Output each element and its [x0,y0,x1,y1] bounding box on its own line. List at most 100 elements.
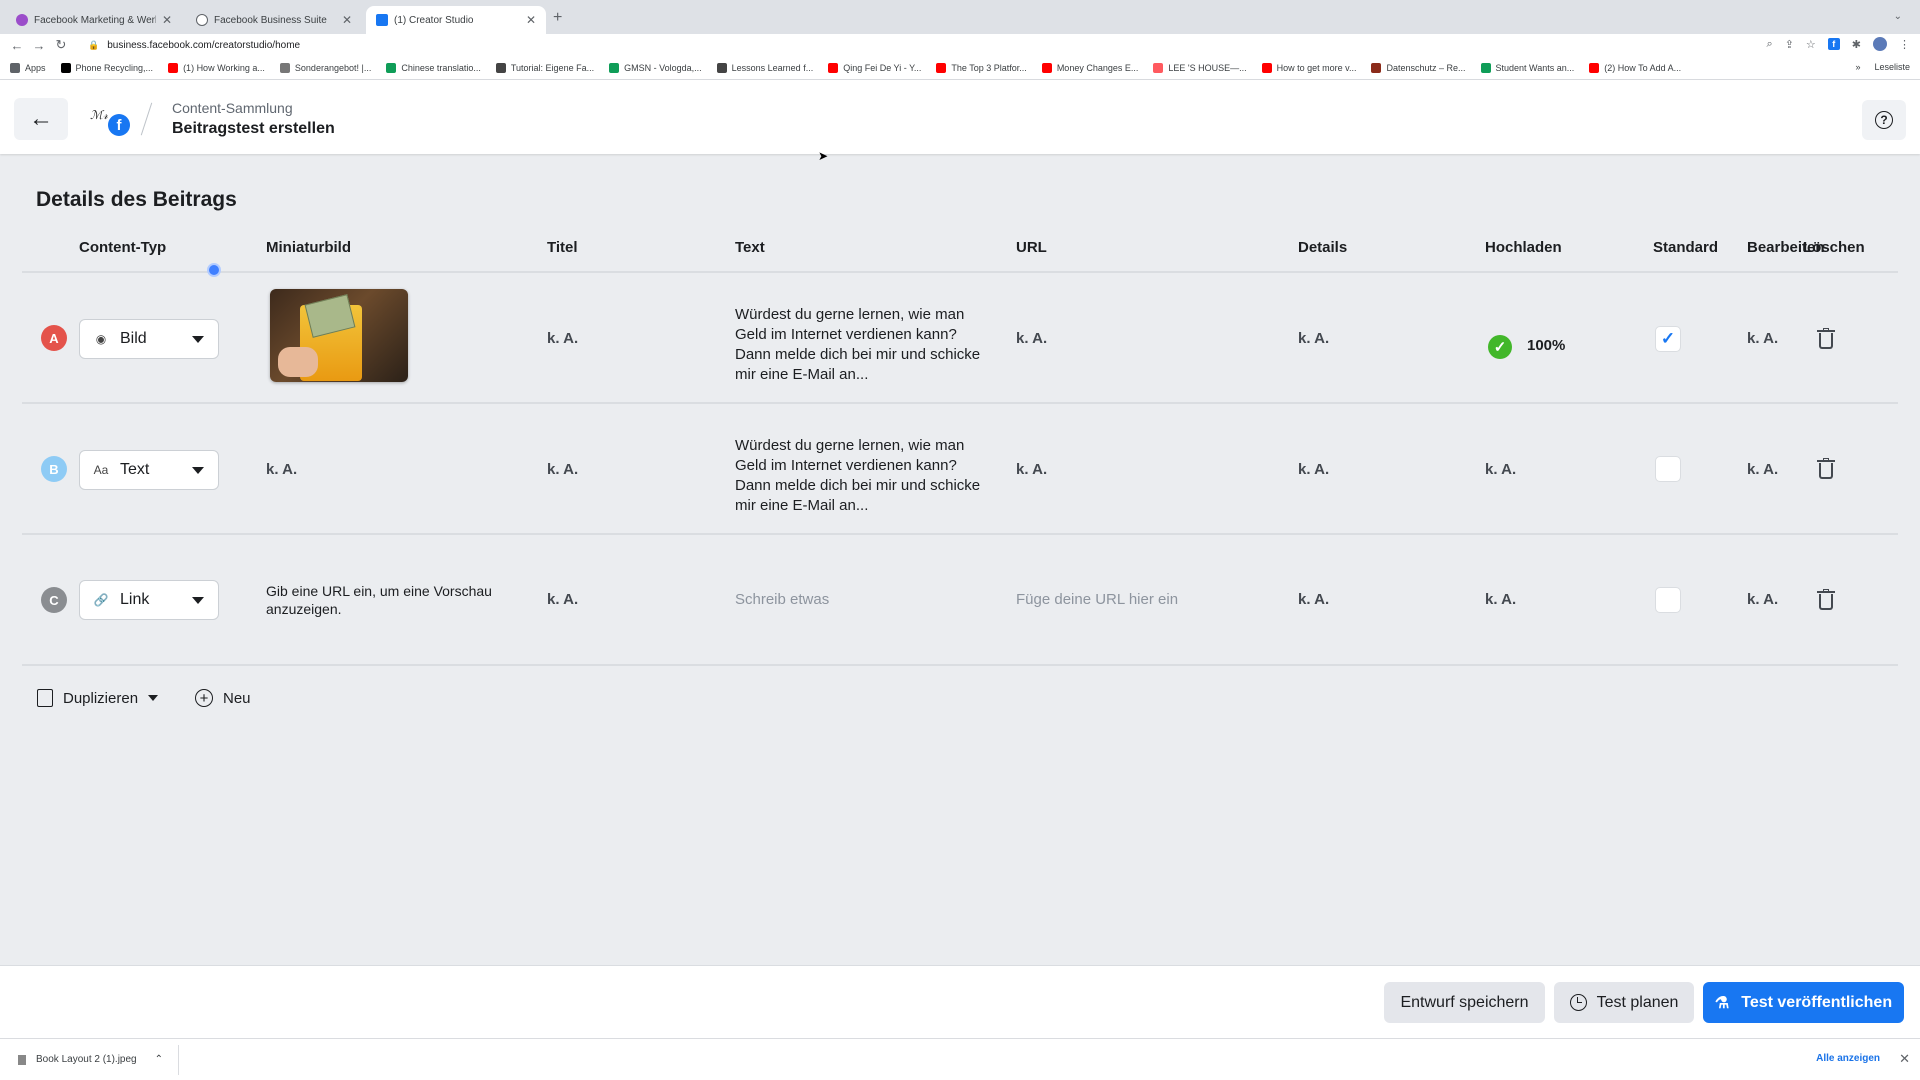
bookmark-item[interactable]: Lessons Learned f... [716,62,814,73]
bookmark-favicon-icon [1480,62,1491,73]
chevron-up-icon[interactable]: ⌃ [155,1054,163,1065]
column-header-content-type: Content-Typ [79,239,167,256]
trash-lid [1817,460,1835,462]
profile-avatar[interactable] [1873,37,1887,51]
bookmark-item[interactable]: How to get more v... [1261,62,1357,73]
row-badge: C [41,587,67,613]
link-icon: 🔗 [93,593,109,607]
chevron-down-icon [192,597,204,604]
bookmark-label: Lessons Learned f... [731,62,814,73]
tab-search-icon[interactable]: ⌄ [1894,11,1902,22]
breadcrumb[interactable]: Content-Sammlung [172,100,293,116]
content-type-select[interactable]: Aa Text [79,450,219,490]
mouse-cursor-icon: ➤ [818,149,829,163]
trash-icon[interactable] [1817,328,1835,349]
content-type-select[interactable]: 🔗 Link [79,580,219,620]
bookmark-item[interactable]: (2) How To Add A... [1589,62,1681,73]
browser-forward-icon[interactable]: → [28,38,50,53]
help-button[interactable]: ? [1862,100,1906,140]
trash-lid [1817,330,1835,332]
facebook-extension-icon[interactable]: f [1827,38,1840,50]
extensions-icon[interactable]: ✱ [1852,38,1861,51]
standard-checkbox[interactable] [1655,587,1681,613]
back-button[interactable]: ← [14,98,68,140]
bookmark-label: Chinese translatio... [401,62,481,73]
bookmark-item[interactable]: Tutorial: Eigene Fa... [495,62,594,73]
duplicate-label: Duplizieren [63,689,139,707]
bookmark-item[interactable]: Qing Fei De Yi - Y... [828,62,921,73]
text-cell[interactable]: Würdest du gerne lernen, wie man Geld im… [735,305,985,385]
bookmark-label: Apps [25,62,46,73]
download-item[interactable]: Book Layout 2 (1).jpeg ⌃ [18,1054,163,1065]
url-cell: k. A. [1016,461,1048,478]
bookmark-item[interactable]: Datenschutz – Re... [1371,62,1466,73]
bookmark-favicon-icon [1041,62,1052,73]
bookmark-label: How to get more v... [1276,62,1357,73]
content-type-select[interactable]: ◉ Bild [79,319,219,359]
publish-test-button[interactable]: ⚗ Test veröffentlichen [1703,982,1904,1023]
url-input[interactable]: Füge deine URL hier ein [1016,591,1178,608]
schedule-test-button[interactable]: Test planen [1554,982,1694,1023]
tab-close-icon[interactable]: ✕ [162,13,172,27]
bookmark-label: Student Wants an... [1495,62,1575,73]
reload-icon[interactable]: ↻ [50,37,72,53]
text-cell[interactable]: Würdest du gerne lernen, wie man Geld im… [735,436,985,516]
bookmark-item[interactable]: Sonderangebot! |... [279,62,372,73]
signature-logo: ℳ𝓇 [90,108,108,122]
share-icon[interactable]: ⇪ [1785,38,1794,51]
tab-close-icon[interactable]: ✕ [526,13,536,27]
column-header-upload: Hochladen [1485,239,1562,256]
trash-icon[interactable] [1817,458,1835,479]
browser-back-icon[interactable]: ← [6,38,28,53]
chevron-down-icon [192,336,204,343]
column-resize-handle[interactable] [207,263,221,277]
bookmark-label: Sonderangebot! |... [294,62,372,73]
bookmark-item[interactable]: LEE 'S HOUSE—... [1153,62,1247,73]
browser-menu-icon[interactable]: ⋮ [1899,38,1910,51]
save-draft-button[interactable]: Entwurf speichern [1384,982,1545,1023]
lock-icon: 🔒 [88,39,100,50]
browser-tab[interactable]: Facebook Business Suite ✕ [186,6,362,34]
edit-cell: k. A. [1747,591,1779,608]
bookmark-item[interactable]: The Top 3 Platfor... [936,62,1027,73]
trash-icon[interactable] [1817,589,1835,610]
show-all-downloads-button[interactable]: Alle anzeigen [1816,1053,1880,1064]
new-tab-icon[interactable]: + [553,9,562,27]
column-header-thumbnail: Miniaturbild [266,239,351,256]
thumbnail-image[interactable] [270,289,408,382]
publish-test-label: Test veröffentlichen [1741,993,1893,1011]
bookmark-item[interactable]: Student Wants an... [1480,62,1575,73]
bookmark-star-icon[interactable]: ☆ [1806,38,1816,51]
upload-complete-icon: ✓ [1488,335,1512,359]
new-button[interactable]: + Neu [195,689,251,707]
thumbnail-hand [278,347,318,377]
bookmark-item[interactable]: Apps [10,62,46,73]
upload-progress: 100% [1527,337,1566,354]
download-filename: Book Layout 2 (1).jpeg [36,1054,137,1065]
browser-tab-active[interactable]: (1) Creator Studio ✕ [366,6,546,34]
bookmark-favicon-icon [1589,62,1600,73]
reading-list-button[interactable]: Leseliste [1874,62,1910,72]
text-input[interactable]: Schreib etwas [735,591,829,608]
bookmarks-more-icon[interactable]: » [1855,62,1860,72]
bookmark-item[interactable]: Money Changes E... [1041,62,1138,73]
bookmark-item[interactable]: Phone Recycling,... [60,62,153,73]
details-cell: k. A. [1298,591,1330,608]
column-header-standard: Standard [1653,239,1719,256]
copy-icon [37,689,53,707]
browser-tab[interactable]: Facebook Marketing & Werbe ✕ [6,6,182,34]
bookmark-favicon-icon [386,62,397,73]
close-icon[interactable]: ✕ [1899,1051,1910,1067]
bookmark-favicon-icon [495,62,506,73]
standard-checkbox[interactable]: ✓ [1655,326,1681,352]
bookmark-item[interactable]: (1) How Working a... [168,62,265,73]
tab-close-icon[interactable]: ✕ [342,13,352,27]
bookmark-item[interactable]: Chinese translatio... [386,62,481,73]
duplicate-button[interactable]: Duplizieren [37,689,159,707]
standard-checkbox[interactable] [1655,456,1681,482]
url-cell: k. A. [1016,330,1048,347]
zoom-icon[interactable]: ⌕ [1767,38,1773,51]
address-bar[interactable]: 🔒 business.facebook.com/creatorstudio/ho… [88,36,1748,54]
bookmark-item[interactable]: GMSN - Vologda,... [609,62,702,73]
bookmark-favicon-icon [1153,62,1164,73]
